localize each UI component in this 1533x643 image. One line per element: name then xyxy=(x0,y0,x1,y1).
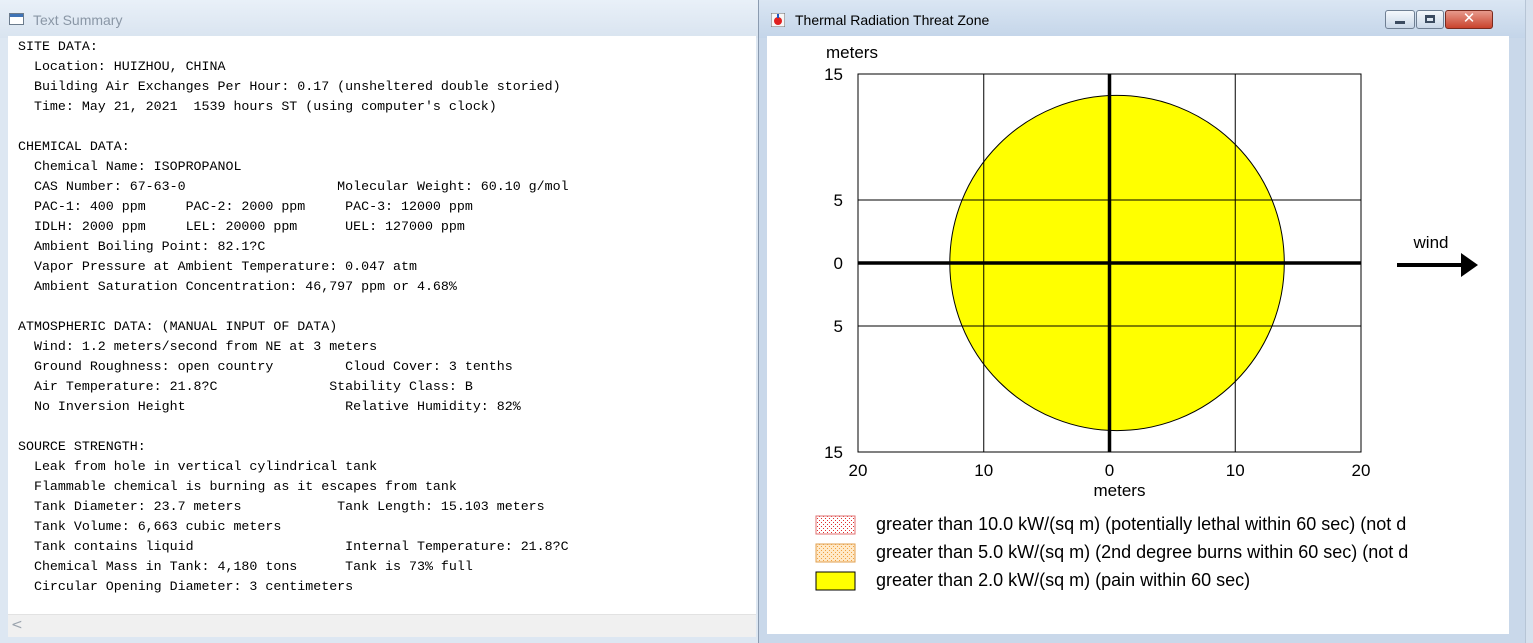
summary-line: Building Air Exchanges Per Hour: 0.17 (u… xyxy=(18,79,561,94)
x-tick-label: 0 xyxy=(1105,461,1114,480)
text-summary-window: Text Summary SITE DATA: Location: HUIZHO… xyxy=(0,0,760,643)
window-app-icon xyxy=(9,13,24,25)
legend-label: greater than 5.0 kW/(sq m) (2nd degree b… xyxy=(876,542,1408,562)
summary-line: Tank Diameter: 23.7 meters Tank Length: … xyxy=(18,499,545,514)
wind-label: wind xyxy=(1413,233,1449,252)
wind-arrow-icon xyxy=(1461,253,1478,277)
legend-swatch xyxy=(815,515,856,535)
threat-zone-title: Thermal Radiation Threat Zone xyxy=(795,12,990,28)
summary-line: Flammable chemical is burning as it esca… xyxy=(18,479,457,494)
summary-line: Time: May 21, 2021 1539 hours ST (using … xyxy=(18,99,497,114)
threat-zone-plot-area: meters meters 15 5 0 5 15 20 10 0 10 20 wind greater… xyxy=(767,36,1509,634)
x-axis-unit-label: meters xyxy=(1094,481,1146,500)
aloha-app-icon xyxy=(771,13,785,27)
summary-line xyxy=(18,117,756,137)
scroll-left-arrow-icon[interactable]: < xyxy=(11,617,23,633)
summary-line: Circular Opening Diameter: 3 centimeters xyxy=(18,579,354,594)
y-tick-label: 15 xyxy=(824,65,843,84)
legend-swatch xyxy=(815,571,856,591)
summary-line xyxy=(18,417,756,437)
y-tick-label: 5 xyxy=(834,191,843,210)
threat-zone-window: Thermal Radiation Threat Zone ✕ meters m… xyxy=(758,0,1525,643)
summary-line: Leak from hole in vertical cylindrical t… xyxy=(18,459,378,474)
y-tick-label: 0 xyxy=(834,254,843,273)
summary-line: CHEMICAL DATA: xyxy=(18,139,130,154)
y-tick-label: 5 xyxy=(834,317,843,336)
summary-line xyxy=(18,297,756,317)
summary-line: Wind: 1.2 meters/second from NE at 3 met… xyxy=(18,339,378,354)
text-summary-content: SITE DATA: Location: HUIZHOU, CHINA Buil… xyxy=(8,36,756,614)
maximize-button[interactable] xyxy=(1416,10,1444,29)
summary-text: SITE DATA: Location: HUIZHOU, CHINA Buil… xyxy=(8,36,756,597)
threat-zone-chart: meters meters 15 5 0 5 15 20 10 0 10 20 wind greater… xyxy=(815,43,1478,591)
close-button[interactable]: ✕ xyxy=(1445,9,1493,29)
minimize-icon xyxy=(1395,21,1405,24)
x-tick-label: 10 xyxy=(1226,461,1245,480)
summary-line: PAC-1: 400 ppm PAC-2: 2000 ppm PAC-3: 12… xyxy=(18,199,473,214)
summary-line: Ambient Saturation Concentration: 46,797… xyxy=(18,279,457,294)
summary-line: CAS Number: 67-63-0 Molecular Weight: 60… xyxy=(18,179,569,194)
y-tick-label: 15 xyxy=(824,443,843,462)
summary-line: ATMOSPHERIC DATA: (MANUAL INPUT OF DATA) xyxy=(18,319,338,334)
y-axis-unit-label: meters xyxy=(826,43,878,62)
summary-line: IDLH: 2000 ppm LEL: 20000 ppm UEL: 12700… xyxy=(18,219,465,234)
threat-zone-titlebar[interactable]: Thermal Radiation Threat Zone ✕ xyxy=(759,0,1525,38)
legend-label: greater than 2.0 kW/(sq m) (pain within … xyxy=(876,570,1250,590)
x-tick-label: 20 xyxy=(1352,461,1371,480)
background-window-edge xyxy=(1525,0,1533,643)
summary-line: Chemical Mass in Tank: 4,180 tons Tank i… xyxy=(18,559,473,574)
legend-swatch xyxy=(815,543,856,563)
summary-line: Ambient Boiling Point: 82.1?C xyxy=(18,239,266,254)
summary-line: SOURCE STRENGTH: xyxy=(18,439,146,454)
summary-line: Ground Roughness: open country Cloud Cov… xyxy=(18,359,513,374)
text-summary-title: Text Summary xyxy=(33,12,123,28)
maximize-icon xyxy=(1425,15,1435,23)
summary-line: No Inversion Height Relative Humidity: 8… xyxy=(18,399,521,414)
summary-line: Tank Volume: 6,663 cubic meters xyxy=(18,519,282,534)
summary-line: Tank contains liquid Internal Temperatur… xyxy=(18,539,569,554)
summary-line: Location: HUIZHOU, CHINA xyxy=(18,59,226,74)
horizontal-scrollbar[interactable]: < xyxy=(8,614,756,637)
x-tick-label: 20 xyxy=(849,461,868,480)
x-tick-label: 10 xyxy=(974,461,993,480)
legend-label: greater than 10.0 kW/(sq m) (potentially… xyxy=(876,514,1406,534)
summary-line: Chemical Name: ISOPROPANOL xyxy=(18,159,242,174)
summary-line: Vapor Pressure at Ambient Temperature: 0… xyxy=(18,259,417,274)
text-summary-titlebar[interactable]: Text Summary xyxy=(0,0,760,38)
summary-line: Air Temperature: 21.8?C Stability Class:… xyxy=(18,379,473,394)
minimize-button[interactable] xyxy=(1385,10,1415,29)
summary-line: SITE DATA: xyxy=(18,39,98,54)
close-icon: ✕ xyxy=(1462,9,1476,27)
